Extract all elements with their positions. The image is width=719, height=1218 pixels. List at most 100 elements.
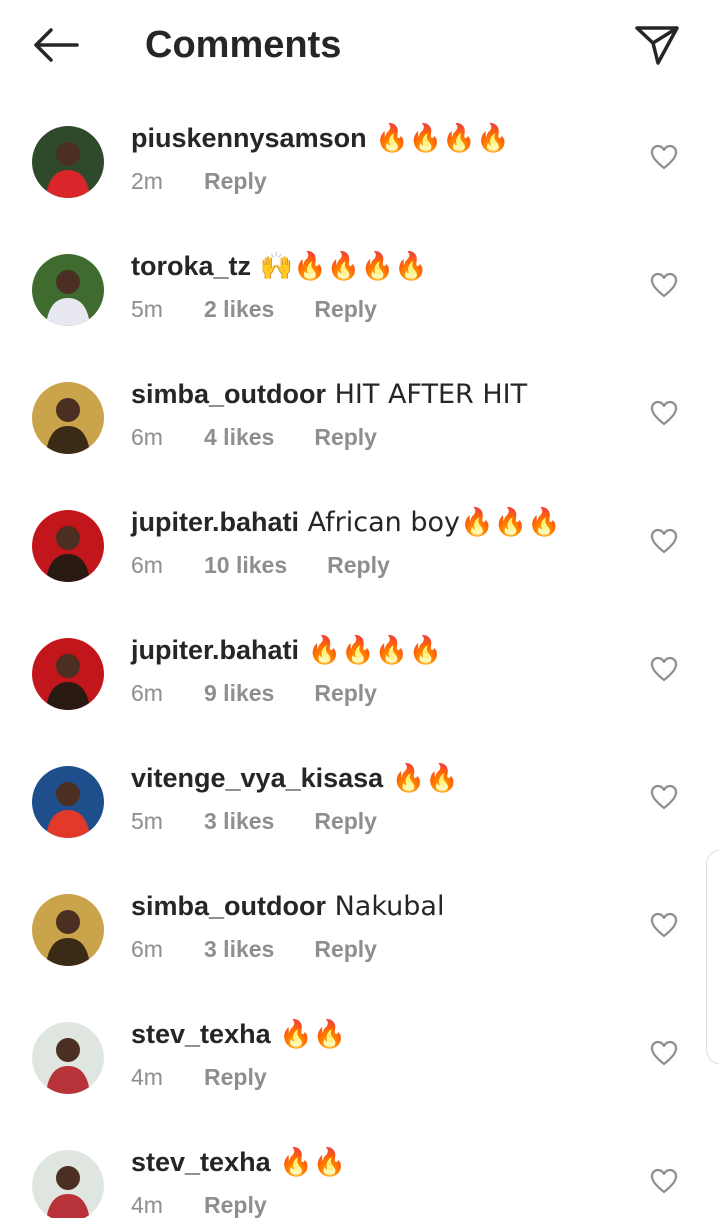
comment-text: HIT AFTER HIT [326, 379, 528, 410]
comment-row: vitenge_vya_kisasa 🔥🔥 5m 3 likes Reply [0, 738, 719, 866]
like-button[interactable] [650, 1040, 678, 1068]
comment-meta: 6m 3 likes Reply [131, 934, 377, 964]
heart-outline-icon [650, 528, 678, 554]
comment-likes-count[interactable]: 4 likes [204, 422, 274, 452]
like-button[interactable] [650, 144, 678, 172]
comment-username[interactable]: toroka_tz [131, 251, 251, 281]
comment-body: piuskennysamson 🔥🔥🔥🔥 [131, 120, 510, 157]
comment-text: Nakubal [326, 891, 445, 922]
comment-likes-count[interactable]: 3 likes [204, 806, 274, 836]
comment-text: 🔥🔥 [270, 1019, 347, 1050]
comment-username[interactable]: stev_texha [131, 1019, 271, 1049]
avatar[interactable] [32, 766, 104, 838]
comment-likes-count[interactable]: 9 likes [204, 678, 274, 708]
comment-row: toroka_tz 🙌🔥🔥🔥🔥 5m 2 likes Reply [0, 226, 719, 354]
like-button[interactable] [650, 272, 678, 300]
comment-body: simba_outdoor HIT AFTER HIT [131, 376, 527, 413]
like-button[interactable] [650, 1168, 678, 1196]
reply-button[interactable]: Reply [204, 1062, 267, 1092]
comment-body: toroka_tz 🙌🔥🔥🔥🔥 [131, 248, 428, 285]
comment-body: jupiter.bahati 🔥🔥🔥🔥 [131, 632, 442, 669]
comment-row: piuskennysamson 🔥🔥🔥🔥 2m Reply [0, 98, 719, 226]
comment-body: jupiter.bahati African boy🔥🔥🔥 [131, 504, 561, 541]
comment-timestamp: 5m [131, 808, 163, 834]
comment-meta: 6m 10 likes Reply [131, 550, 390, 580]
comment-meta: 5m 3 likes Reply [131, 806, 377, 836]
comment-timestamp: 6m [131, 552, 163, 578]
heart-outline-icon [650, 784, 678, 810]
comment-text: 🔥🔥 [383, 763, 460, 794]
comment-username[interactable]: stev_texha [131, 1147, 271, 1177]
comment-row: jupiter.bahati 🔥🔥🔥🔥 6m 9 likes Reply [0, 610, 719, 738]
arrow-left-icon [34, 28, 79, 62]
like-button[interactable] [650, 784, 678, 812]
comment-likes-count[interactable]: 10 likes [204, 550, 287, 580]
comments-list: piuskennysamson 🔥🔥🔥🔥 2m Reply toroka_tz 🙌🔥🔥… [0, 98, 719, 1218]
avatar[interactable] [32, 894, 104, 966]
reply-button[interactable]: Reply [314, 806, 377, 836]
reply-button[interactable]: Reply [327, 550, 390, 580]
comment-likes-count[interactable]: 3 likes [204, 934, 274, 964]
reply-button[interactable]: Reply [314, 934, 377, 964]
heart-outline-icon [650, 912, 678, 938]
comment-meta: 6m 4 likes Reply [131, 422, 377, 452]
reply-button[interactable]: Reply [314, 678, 377, 708]
comment-username[interactable]: simba_outdoor [131, 891, 326, 921]
comment-timestamp: 6m [131, 424, 163, 450]
avatar[interactable] [32, 254, 104, 326]
share-button[interactable] [630, 20, 684, 70]
comment-username[interactable]: jupiter.bahati [131, 507, 299, 537]
avatar[interactable] [32, 126, 104, 198]
comment-username[interactable]: jupiter.bahati [131, 635, 299, 665]
comment-username[interactable]: vitenge_vya_kisasa [131, 763, 383, 793]
heart-outline-icon [650, 1040, 678, 1066]
comment-meta: 2m Reply [131, 166, 267, 196]
paper-plane-icon [635, 26, 679, 65]
comment-text: 🔥🔥 [270, 1147, 347, 1178]
comment-body: stev_texha 🔥🔥 [131, 1144, 346, 1181]
like-button[interactable] [650, 528, 678, 556]
comment-row: jupiter.bahati African boy🔥🔥🔥 6m 10 likes R… [0, 482, 719, 610]
comment-body: simba_outdoor Nakubal [131, 888, 444, 925]
comment-meta: 4m Reply [131, 1190, 267, 1218]
avatar[interactable] [32, 382, 104, 454]
comment-row: simba_outdoor HIT AFTER HIT 6m 4 likes Repl… [0, 354, 719, 482]
reply-button[interactable]: Reply [204, 1190, 267, 1218]
comment-text: African boy🔥🔥🔥 [299, 507, 561, 538]
comment-timestamp: 4m [131, 1192, 163, 1218]
comment-timestamp: 4m [131, 1064, 163, 1090]
comment-body: stev_texha 🔥🔥 [131, 1016, 346, 1053]
comment-timestamp: 6m [131, 936, 163, 962]
comment-meta: 5m 2 likes Reply [131, 294, 377, 324]
reply-button[interactable]: Reply [204, 166, 267, 196]
comment-username[interactable]: piuskennysamson [131, 123, 367, 153]
like-button[interactable] [650, 656, 678, 684]
comment-username[interactable]: simba_outdoor [131, 379, 326, 409]
comment-row: stev_texha 🔥🔥 4m Reply [0, 1122, 719, 1218]
comment-likes-count[interactable]: 2 likes [204, 294, 274, 324]
comments-screen: Comments piuskennysamson 🔥🔥🔥🔥 2m Reply toro… [0, 0, 719, 1218]
comment-meta: 6m 9 likes Reply [131, 678, 377, 708]
avatar[interactable] [32, 510, 104, 582]
comment-row: simba_outdoor Nakubal 6m 3 likes Reply [0, 866, 719, 994]
reply-button[interactable]: Reply [314, 294, 377, 324]
heart-outline-icon [650, 400, 678, 426]
comment-text: 🙌🔥🔥🔥🔥 [251, 251, 428, 282]
comment-text: 🔥🔥🔥🔥 [366, 123, 510, 154]
comment-text: 🔥🔥🔥🔥 [299, 635, 443, 666]
page-title: Comments [145, 24, 342, 66]
side-panel-handle[interactable] [706, 850, 719, 1064]
back-button[interactable] [28, 22, 82, 68]
comment-timestamp: 6m [131, 680, 163, 706]
comment-body: vitenge_vya_kisasa 🔥🔥 [131, 760, 459, 797]
avatar[interactable] [32, 1150, 104, 1218]
heart-outline-icon [650, 272, 678, 298]
avatar[interactable] [32, 1022, 104, 1094]
reply-button[interactable]: Reply [314, 422, 377, 452]
like-button[interactable] [650, 400, 678, 428]
like-button[interactable] [650, 912, 678, 940]
heart-outline-icon [650, 144, 678, 170]
avatar[interactable] [32, 638, 104, 710]
comment-row: stev_texha 🔥🔥 4m Reply [0, 994, 719, 1122]
heart-outline-icon [650, 1168, 678, 1194]
